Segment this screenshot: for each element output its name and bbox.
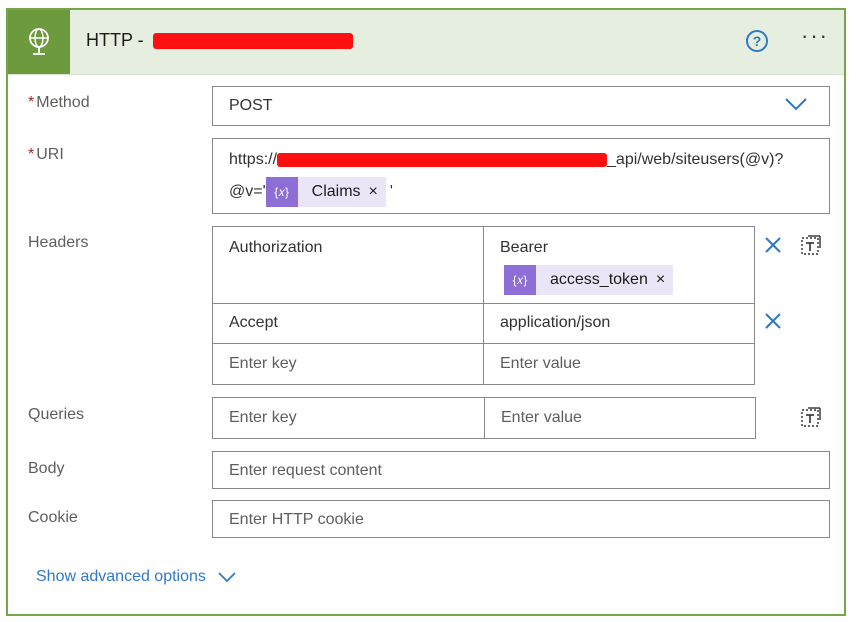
header-value-placeholder: Enter value	[500, 355, 581, 372]
headers-label: Headers	[28, 234, 89, 251]
uri-line-2: @v=' {𝑥} Claims × '	[229, 177, 393, 207]
body-placeholder: Enter request content	[229, 462, 382, 479]
redacted-uri-mark	[277, 152, 608, 167]
query-value-input[interactable]: Enter value	[484, 397, 756, 439]
show-advanced-options-link[interactable]: Show advanced options	[36, 568, 236, 586]
redacted-title-mark	[152, 33, 353, 50]
expression-icon: {𝑥}	[504, 265, 536, 295]
globe-icon	[29, 28, 49, 55]
expression-icon: {𝑥}	[265, 177, 298, 207]
header-key-text: Authorization	[229, 239, 323, 256]
delete-header-row-x-icon[interactable]	[764, 236, 782, 254]
header-value-text: Bearer	[500, 239, 549, 256]
header-value-accept[interactable]: application/json	[483, 303, 755, 344]
show-advanced-options-text: Show advanced options	[36, 568, 206, 585]
ellipsis-icon[interactable]: ···	[798, 25, 832, 52]
cookie-placeholder: Enter HTTP cookie	[229, 511, 364, 528]
uri-param-suffix: '	[389, 183, 393, 200]
access-token-token[interactable]: {𝑥} access_token ×	[504, 265, 674, 295]
text-mode-icon[interactable]	[800, 234, 822, 256]
text-mode-icon[interactable]	[800, 406, 822, 428]
method-dropdown[interactable]: POST	[212, 86, 830, 126]
uri-input[interactable]: https:// _api/web/siteusers(@v)? @v=' {𝑥}…	[212, 138, 830, 214]
question-circle-icon[interactable]: ?	[746, 30, 768, 52]
claims-token[interactable]: {𝑥} Claims ×	[265, 177, 386, 207]
card-header[interactable]: HTTP - ? ···	[8, 10, 844, 75]
cookie-label: Cookie	[28, 509, 78, 526]
action-title[interactable]: HTTP -	[86, 30, 353, 51]
claims-token-label: Claims	[311, 183, 361, 200]
required-mark: *	[28, 94, 35, 111]
delete-header-row-x-icon[interactable]	[764, 312, 782, 330]
method-label: * Method	[28, 94, 90, 112]
header-key-placeholder: Enter key	[229, 355, 297, 372]
uri-prefix: https://	[229, 151, 278, 168]
method-label-text: Method	[36, 94, 90, 111]
required-mark: *	[28, 146, 35, 163]
uri-label-text: URI	[36, 146, 64, 163]
connector-icon-box	[8, 10, 70, 74]
header-key-input[interactable]: Enter key	[212, 343, 484, 385]
header-value-input[interactable]: Enter value	[483, 343, 755, 385]
chevron-down-icon	[785, 98, 807, 111]
uri-param-prefix: @v='	[229, 183, 266, 200]
method-value: POST	[229, 97, 273, 114]
chevron-down-icon	[218, 571, 236, 582]
header-value-text: application/json	[500, 314, 611, 331]
uri-line-1: https:// _api/web/siteusers(@v)?	[229, 151, 783, 169]
http-action-card: HTTP - ? ··· * Method POST * URI https://_…	[6, 8, 846, 616]
claims-token-remove[interactable]: ×	[369, 183, 386, 201]
access-token-remove[interactable]: ×	[656, 271, 673, 289]
header-value-authorization[interactable]: Bearer {𝑥} access_token ×	[483, 226, 755, 304]
action-title-text: HTTP -	[86, 30, 144, 50]
query-key-input[interactable]: Enter key	[212, 397, 485, 439]
body-label: Body	[28, 460, 65, 477]
queries-label: Queries	[28, 406, 85, 423]
access-token-label: access_token	[550, 271, 648, 288]
header-key-text: Accept	[229, 314, 278, 331]
header-key-accept[interactable]: Accept	[212, 303, 484, 344]
uri-suffix: _api/web/siteusers(@v)?	[607, 151, 784, 168]
cookie-input[interactable]: Enter HTTP cookie	[212, 500, 830, 538]
uri-label: * URI	[28, 146, 64, 164]
query-value-placeholder: Enter value	[501, 409, 582, 426]
body-input[interactable]: Enter request content	[212, 451, 830, 489]
query-key-placeholder: Enter key	[229, 409, 297, 426]
header-key-authorization[interactable]: Authorization	[212, 226, 484, 304]
